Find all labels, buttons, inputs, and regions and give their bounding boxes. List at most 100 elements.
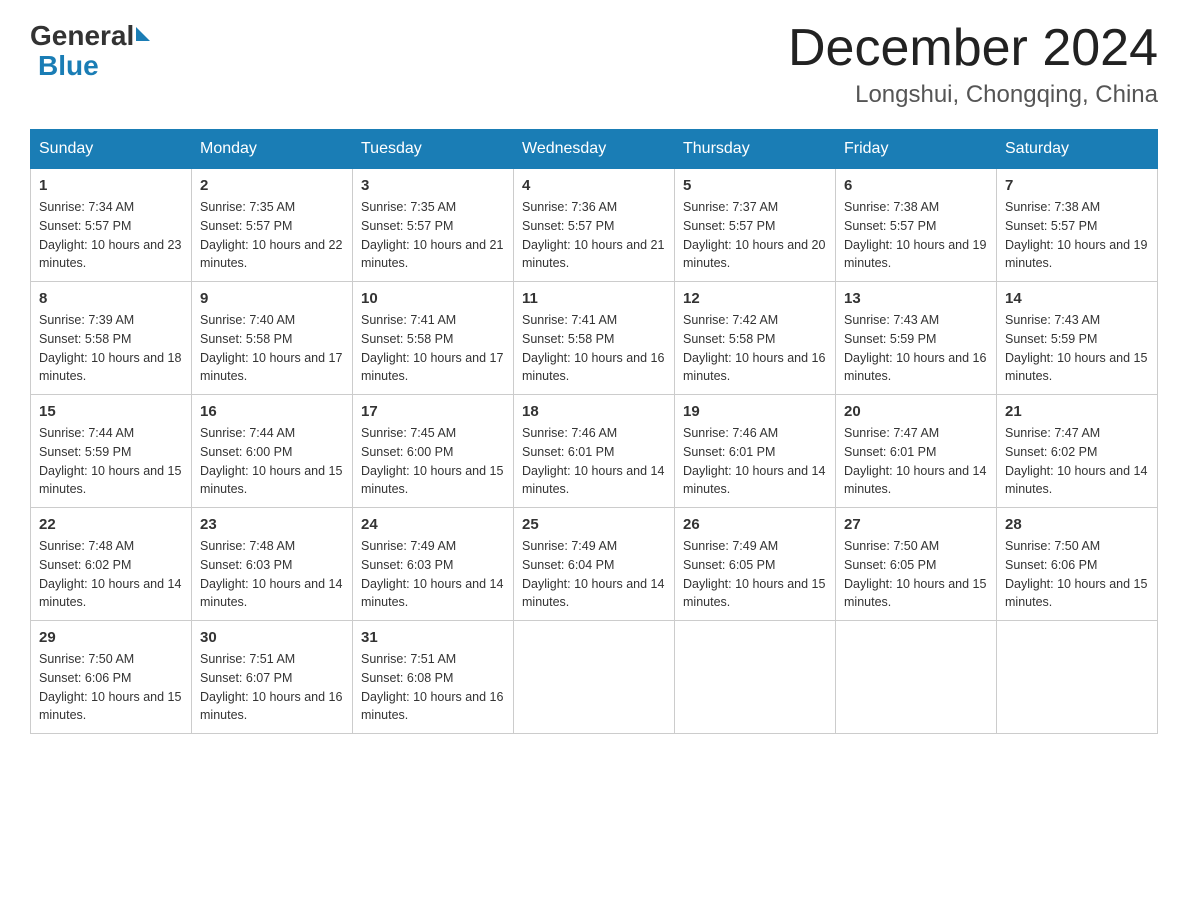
calendar-cell: 28 Sunrise: 7:50 AMSunset: 6:06 PMDayligh…: [997, 508, 1158, 621]
day-info: Sunrise: 7:48 AMSunset: 6:03 PMDaylight:…: [200, 537, 344, 612]
calendar-cell: 8 Sunrise: 7:39 AMSunset: 5:58 PMDaylight…: [31, 282, 192, 395]
calendar-cell: 16Sunrise: 7:44 AMSunset: 6:00 PMDayligh…: [192, 395, 353, 508]
calendar-cell: 31 Sunrise: 7:51 AMSunset: 6:08 PMDayligh…: [353, 621, 514, 734]
calendar-cell: 17 Sunrise: 7:45 AMSunset: 6:00 PMDayligh…: [353, 395, 514, 508]
calendar-cell: 22Sunrise: 7:48 AMSunset: 6:02 PMDayligh…: [31, 508, 192, 621]
day-number: 25: [522, 516, 666, 533]
calendar-cell: 1 Sunrise: 7:34 AMSunset: 5:57 PMDaylight…: [31, 169, 192, 282]
day-info: Sunrise: 7:40 AMSunset: 5:58 PMDaylight:…: [200, 311, 344, 386]
day-number: 26: [683, 516, 827, 533]
day-info: Sunrise: 7:49 AMSunset: 6:04 PMDaylight:…: [522, 537, 666, 612]
day-number: 27: [844, 516, 988, 533]
day-info: Sunrise: 7:41 AMSunset: 5:58 PMDaylight:…: [361, 311, 505, 386]
logo-triangle-icon: [136, 27, 150, 41]
calendar-week-row-2: 15 Sunrise: 7:44 AMSunset: 5:59 PMDayligh…: [31, 395, 1158, 508]
day-info: Sunrise: 7:43 AMSunset: 5:59 PMDaylight:…: [844, 311, 988, 386]
column-header-friday: Friday: [836, 130, 997, 169]
column-header-wednesday: Wednesday: [514, 130, 675, 169]
day-number: 3: [361, 177, 505, 194]
day-info: Sunrise: 7:35 AMSunset: 5:57 PMDaylight:…: [361, 198, 505, 273]
day-info: Sunrise: 7:45 AMSunset: 6:00 PMDaylight:…: [361, 424, 505, 499]
calendar-cell: 14 Sunrise: 7:43 AMSunset: 5:59 PMDayligh…: [997, 282, 1158, 395]
day-number: 14: [1005, 290, 1149, 307]
calendar-cell: [836, 621, 997, 734]
column-header-thursday: Thursday: [675, 130, 836, 169]
calendar-cell: 26 Sunrise: 7:49 AMSunset: 6:05 PMDayligh…: [675, 508, 836, 621]
day-info: Sunrise: 7:36 AMSunset: 5:57 PMDaylight:…: [522, 198, 666, 273]
day-info: Sunrise: 7:46 AMSunset: 6:01 PMDaylight:…: [522, 424, 666, 499]
day-number: 17: [361, 403, 505, 420]
day-info: Sunrise: 7:38 AMSunset: 5:57 PMDaylight:…: [1005, 198, 1149, 273]
day-info: Sunrise: 7:38 AMSunset: 5:57 PMDaylight:…: [844, 198, 988, 273]
calendar-cell: 13 Sunrise: 7:43 AMSunset: 5:59 PMDayligh…: [836, 282, 997, 395]
calendar-cell: 21 Sunrise: 7:47 AMSunset: 6:02 PMDayligh…: [997, 395, 1158, 508]
calendar-cell: 12Sunrise: 7:42 AMSunset: 5:58 PMDayligh…: [675, 282, 836, 395]
calendar-cell: 25 Sunrise: 7:49 AMSunset: 6:04 PMDayligh…: [514, 508, 675, 621]
logo: General Blue: [30, 20, 150, 82]
day-info: Sunrise: 7:44 AMSunset: 5:59 PMDaylight:…: [39, 424, 183, 499]
calendar-cell: 6 Sunrise: 7:38 AMSunset: 5:57 PMDaylight…: [836, 169, 997, 282]
day-number: 22: [39, 516, 183, 533]
day-number: 28: [1005, 516, 1149, 533]
day-number: 1: [39, 177, 183, 194]
day-info: Sunrise: 7:34 AMSunset: 5:57 PMDaylight:…: [39, 198, 183, 273]
calendar-cell: 11Sunrise: 7:41 AMSunset: 5:58 PMDayligh…: [514, 282, 675, 395]
day-number: 21: [1005, 403, 1149, 420]
day-info: Sunrise: 7:49 AMSunset: 6:05 PMDaylight:…: [683, 537, 827, 612]
calendar-cell: 3 Sunrise: 7:35 AMSunset: 5:57 PMDaylight…: [353, 169, 514, 282]
day-number: 10: [361, 290, 505, 307]
day-number: 31: [361, 629, 505, 646]
column-header-sunday: Sunday: [31, 130, 192, 169]
day-number: 23: [200, 516, 344, 533]
logo-blue-text: Blue: [38, 50, 99, 82]
calendar-cell: 10 Sunrise: 7:41 AMSunset: 5:58 PMDayligh…: [353, 282, 514, 395]
calendar-header-row: SundayMondayTuesdayWednesdayThursdayFrid…: [31, 130, 1158, 169]
day-info: Sunrise: 7:46 AMSunset: 6:01 PMDaylight:…: [683, 424, 827, 499]
day-info: Sunrise: 7:51 AMSunset: 6:08 PMDaylight:…: [361, 650, 505, 725]
calendar-cell: 7 Sunrise: 7:38 AMSunset: 5:57 PMDaylight…: [997, 169, 1158, 282]
day-number: 20: [844, 403, 988, 420]
month-title: December 2024: [788, 20, 1158, 77]
title-area: December 2024 Longshui, Chongqing, China: [788, 20, 1158, 109]
calendar-cell: 15 Sunrise: 7:44 AMSunset: 5:59 PMDayligh…: [31, 395, 192, 508]
day-info: Sunrise: 7:43 AMSunset: 5:59 PMDaylight:…: [1005, 311, 1149, 386]
column-header-saturday: Saturday: [997, 130, 1158, 169]
location-subtitle: Longshui, Chongqing, China: [788, 81, 1158, 109]
day-number: 6: [844, 177, 988, 194]
day-info: Sunrise: 7:50 AMSunset: 6:06 PMDaylight:…: [1005, 537, 1149, 612]
day-number: 8: [39, 290, 183, 307]
calendar-cell: 29 Sunrise: 7:50 AMSunset: 6:06 PMDayligh…: [31, 621, 192, 734]
day-number: 19: [683, 403, 827, 420]
day-info: Sunrise: 7:49 AMSunset: 6:03 PMDaylight:…: [361, 537, 505, 612]
calendar-cell: 27 Sunrise: 7:50 AMSunset: 6:05 PMDayligh…: [836, 508, 997, 621]
day-number: 30: [200, 629, 344, 646]
calendar-cell: 19 Sunrise: 7:46 AMSunset: 6:01 PMDayligh…: [675, 395, 836, 508]
calendar-cell: [675, 621, 836, 734]
calendar-week-row-0: 1 Sunrise: 7:34 AMSunset: 5:57 PMDaylight…: [31, 169, 1158, 282]
day-info: Sunrise: 7:39 AMSunset: 5:58 PMDaylight:…: [39, 311, 183, 386]
column-header-tuesday: Tuesday: [353, 130, 514, 169]
calendar-table: SundayMondayTuesdayWednesdayThursdayFrid…: [30, 129, 1158, 734]
day-info: Sunrise: 7:50 AMSunset: 6:05 PMDaylight:…: [844, 537, 988, 612]
day-number: 13: [844, 290, 988, 307]
logo-general-text: General: [30, 20, 134, 52]
calendar-cell: 20 Sunrise: 7:47 AMSunset: 6:01 PMDayligh…: [836, 395, 997, 508]
day-info: Sunrise: 7:47 AMSunset: 6:01 PMDaylight:…: [844, 424, 988, 499]
day-number: 18: [522, 403, 666, 420]
day-info: Sunrise: 7:47 AMSunset: 6:02 PMDaylight:…: [1005, 424, 1149, 499]
calendar-cell: [514, 621, 675, 734]
calendar-cell: 18 Sunrise: 7:46 AMSunset: 6:01 PMDayligh…: [514, 395, 675, 508]
day-number: 9: [200, 290, 344, 307]
calendar-cell: 9 Sunrise: 7:40 AMSunset: 5:58 PMDaylight…: [192, 282, 353, 395]
day-number: 15: [39, 403, 183, 420]
day-number: 7: [1005, 177, 1149, 194]
day-info: Sunrise: 7:41 AMSunset: 5:58 PMDaylight:…: [522, 311, 666, 386]
calendar-cell: 2Sunrise: 7:35 AMSunset: 5:57 PMDaylight…: [192, 169, 353, 282]
calendar-week-row-4: 29 Sunrise: 7:50 AMSunset: 6:06 PMDayligh…: [31, 621, 1158, 734]
calendar-cell: 4Sunrise: 7:36 AMSunset: 5:57 PMDaylight…: [514, 169, 675, 282]
day-number: 29: [39, 629, 183, 646]
calendar-cell: 23 Sunrise: 7:48 AMSunset: 6:03 PMDayligh…: [192, 508, 353, 621]
calendar-cell: [997, 621, 1158, 734]
day-info: Sunrise: 7:50 AMSunset: 6:06 PMDaylight:…: [39, 650, 183, 725]
column-header-monday: Monday: [192, 130, 353, 169]
